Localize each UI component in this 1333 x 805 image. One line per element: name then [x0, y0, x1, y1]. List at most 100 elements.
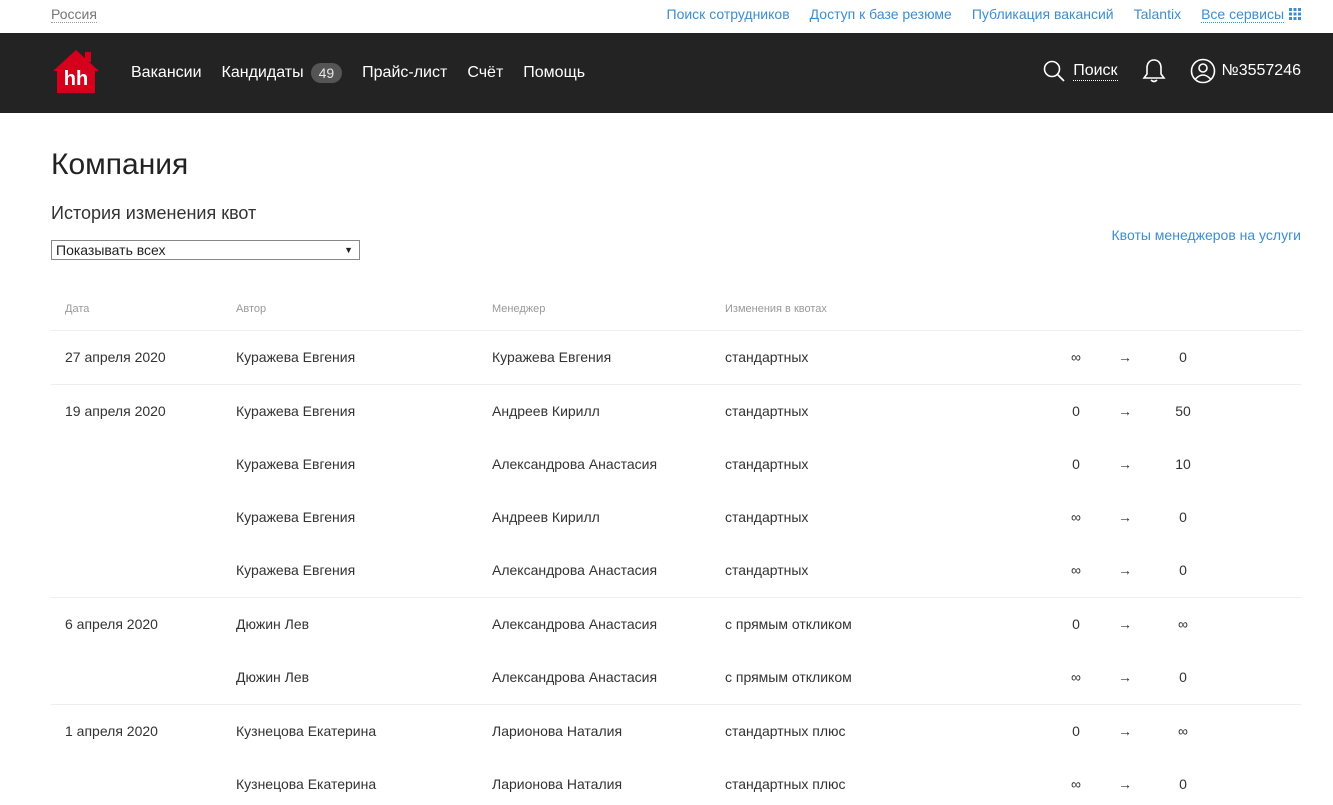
header-quota-changes: Изменения в квотах — [725, 303, 827, 315]
arrow-right-icon: → — [1118, 562, 1132, 578]
table-row: 19 апреля 2020 Куражева Евгения Андреев Ки… — [51, 385, 1301, 438]
main-header: hh Вакансии Кандидаты 49 Прайс-лист Счёт… — [0, 33, 1333, 113]
row-quota-from: 0 — [1072, 403, 1080, 419]
row-manager: Куражева Евгения — [492, 349, 612, 365]
date-group: 1 апреля 2020 Кузнецова Екатерина Ларионов… — [51, 705, 1301, 805]
top-links: Поиск сотрудников Доступ к базе резюме П… — [647, 6, 1301, 23]
row-author: Куражева Евгения — [236, 456, 356, 472]
all-services-label: Все сервисы — [1201, 6, 1284, 23]
row-quota-to: 0 — [1179, 776, 1187, 792]
row-author: Куражева Евгения — [236, 562, 356, 578]
top-link-employee-search[interactable]: Поиск сотрудников — [667, 6, 790, 22]
nav-help[interactable]: Помощь — [523, 62, 585, 84]
top-link-vacancy-publishing[interactable]: Публикация вакансий — [972, 6, 1114, 22]
table-row: Кузнецова Екатерина Ларионова Наталия стан… — [51, 758, 1301, 805]
search-icon — [1043, 60, 1065, 82]
arrow-right-icon: → — [1118, 616, 1132, 632]
search-button[interactable]: Поиск — [1043, 60, 1118, 82]
row-quota-to: ∞ — [1178, 616, 1188, 632]
row-quota-type: стандартных — [725, 403, 809, 419]
row-quota-to: ∞ — [1178, 723, 1188, 739]
row-quota-to: 0 — [1179, 562, 1187, 578]
top-link-talantix[interactable]: Talantix — [1134, 6, 1181, 22]
logo-text: hh — [64, 68, 88, 90]
arrow-right-icon: → — [1118, 349, 1132, 365]
row-quota-type: стандартных плюс — [725, 776, 846, 792]
nav-candidates[interactable]: Кандидаты 49 — [222, 62, 343, 84]
page-title: Компания — [51, 148, 189, 181]
main-nav: Вакансии Кандидаты 49 Прайс-лист Счёт По… — [131, 62, 605, 84]
header-right: Поиск №3557246 — [1043, 58, 1301, 84]
table-row: Куражева Евгения Андреев Кирилл стандартны… — [51, 491, 1301, 544]
nav-vacancies[interactable]: Вакансии — [131, 62, 202, 84]
table-row: Куражева Евгения Александрова Анастасия ст… — [51, 438, 1301, 491]
arrow-right-icon: → — [1118, 509, 1132, 525]
bell-icon[interactable] — [1141, 58, 1166, 84]
row-manager: Ларионова Наталия — [492, 723, 623, 739]
candidates-count-badge: 49 — [310, 63, 343, 83]
top-utility-bar: Россия Поиск сотрудников Доступ к базе р… — [0, 0, 1333, 33]
row-author: Куражева Евгения — [236, 349, 356, 365]
row-quota-from: ∞ — [1071, 776, 1081, 792]
arrow-right-icon: → — [1118, 456, 1132, 472]
nav-candidates-label: Кандидаты — [221, 64, 304, 81]
row-quota-from: 0 — [1072, 456, 1080, 472]
chevron-down-icon: ▼ — [344, 245, 353, 255]
row-author: Куражева Евгения — [236, 403, 356, 419]
row-quota-from: 0 — [1072, 723, 1080, 739]
region-selector[interactable]: Россия — [51, 6, 97, 23]
row-quota-to: 50 — [1175, 403, 1191, 419]
header-date: Дата — [65, 303, 90, 315]
row-quota-type: стандартных плюс — [725, 723, 846, 739]
row-quota-type: стандартных — [725, 349, 809, 365]
row-manager: Ларионова Наталия — [492, 776, 623, 792]
hh-logo[interactable]: hh — [51, 47, 101, 93]
row-quota-from: ∞ — [1071, 562, 1081, 578]
date-group: 27 апреля 2020 Куражева Евгения Куражева Е… — [51, 331, 1301, 385]
row-author: Дюжин Лев — [236, 616, 310, 632]
filter-select[interactable]: Показывать всех ▼ — [51, 240, 360, 260]
top-link-resume-access[interactable]: Доступ к базе резюме — [810, 6, 952, 22]
account-menu[interactable]: №3557246 — [1190, 58, 1301, 84]
row-quota-to: 0 — [1179, 669, 1187, 685]
row-quota-to: 0 — [1179, 509, 1187, 525]
row-quota-type: стандартных — [725, 562, 809, 578]
row-date: 1 апреля 2020 — [65, 723, 158, 739]
row-date: 27 апреля 2020 — [65, 349, 166, 365]
row-manager: Андреев Кирилл — [492, 509, 600, 525]
table-row: 27 апреля 2020 Куражева Евгения Куражева Е… — [51, 331, 1301, 384]
row-quota-from: ∞ — [1071, 669, 1081, 685]
row-quota-from: ∞ — [1071, 349, 1081, 365]
filter-select-value: Показывать всех — [56, 242, 166, 258]
user-icon — [1190, 58, 1215, 84]
arrow-right-icon: → — [1118, 403, 1132, 419]
all-services-link[interactable]: Все сервисы — [1201, 6, 1301, 23]
table-body: 27 апреля 2020 Куражева Евгения Куражева Е… — [51, 331, 1301, 805]
row-author: Куражева Евгения — [236, 509, 356, 525]
row-manager: Александрова Анастасия — [492, 456, 658, 472]
header-author: Автор — [236, 303, 267, 315]
row-quota-to: 0 — [1179, 349, 1187, 365]
table-row: 1 апреля 2020 Кузнецова Екатерина Ларионов… — [51, 705, 1301, 758]
row-author: Дюжин Лев — [236, 669, 310, 685]
nav-price-list[interactable]: Прайс-лист — [362, 62, 447, 84]
table-row: Куражева Евгения Александрова Анастасия ст… — [51, 544, 1301, 597]
manager-quotas-link[interactable]: Квоты менеджеров на услуги — [1112, 227, 1301, 243]
row-manager: Александрова Анастасия — [492, 562, 658, 578]
date-group: 19 апреля 2020 Куражева Евгения Андреев Ки… — [51, 385, 1301, 598]
row-quota-type: с прямым откликом — [725, 669, 852, 685]
row-quota-from: ∞ — [1071, 509, 1081, 525]
section-title: История изменения квот — [51, 203, 257, 223]
search-label: Поиск — [1073, 61, 1118, 81]
row-quota-from: 0 — [1072, 616, 1080, 632]
table-row: Дюжин Лев Александрова Анастасия с прямым … — [51, 651, 1301, 704]
arrow-right-icon: → — [1118, 776, 1132, 792]
account-number: №3557246 — [1221, 62, 1301, 79]
row-manager: Андреев Кирилл — [492, 403, 600, 419]
date-group: 6 апреля 2020 Дюжин Лев Александрова Анаст… — [51, 598, 1301, 705]
nav-invoice[interactable]: Счёт — [467, 62, 503, 84]
row-manager: Александрова Анастасия — [492, 669, 658, 685]
row-quota-type: стандартных — [725, 456, 809, 472]
arrow-right-icon: → — [1118, 723, 1132, 739]
table-row: 6 апреля 2020 Дюжин Лев Александрова Анаст… — [51, 598, 1301, 651]
